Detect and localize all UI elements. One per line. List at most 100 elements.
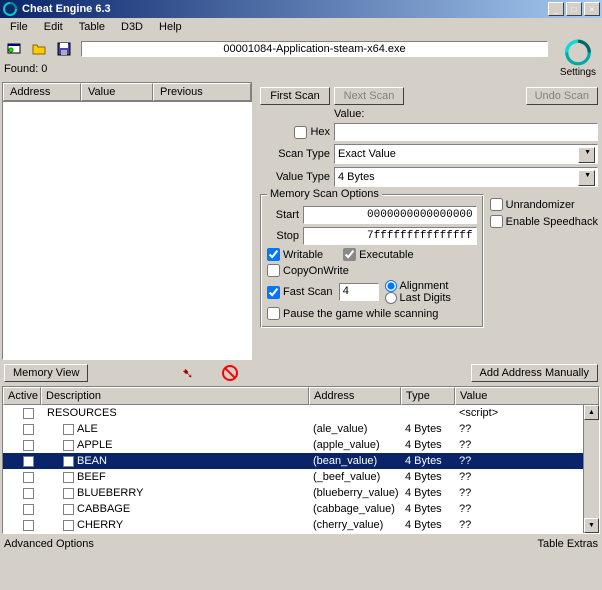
table-row[interactable]: BLUEBERRY(blueberry_value)4 Bytes??: [3, 485, 599, 501]
scan-type-label: Scan Type: [260, 148, 330, 160]
results-list[interactable]: [2, 102, 252, 360]
close-button[interactable]: ×: [584, 2, 600, 16]
settings-button[interactable]: Settings: [558, 38, 598, 78]
row-checkbox[interactable]: [63, 520, 74, 531]
menu-edit[interactable]: Edit: [36, 19, 71, 35]
row-description: RESOURCES: [47, 407, 117, 419]
table-row[interactable]: CABBAGE(cabbage_value)4 Bytes??: [3, 501, 599, 517]
add-address-button[interactable]: Add Address Manually: [471, 364, 598, 382]
menu-table[interactable]: Table: [71, 19, 113, 35]
row-checkbox[interactable]: [63, 488, 74, 499]
active-checkbox[interactable]: [23, 504, 34, 515]
advanced-options-button[interactable]: Advanced Options: [4, 538, 94, 550]
row-value: ??: [455, 439, 599, 451]
row-checkbox[interactable]: [63, 472, 74, 483]
table-row[interactable]: APPLE(apple_value)4 Bytes??: [3, 437, 599, 453]
col-previous[interactable]: Previous: [153, 83, 251, 101]
row-description: CABBAGE: [77, 503, 130, 515]
col-description[interactable]: Description: [41, 387, 309, 405]
row-value: ??: [455, 455, 599, 467]
fastscan-input[interactable]: [339, 283, 379, 301]
next-scan-button[interactable]: Next Scan: [334, 87, 404, 105]
table-row[interactable]: BEEF (_beef_value)4 Bytes??: [3, 469, 599, 485]
found-count: Found: 0: [0, 62, 554, 76]
active-checkbox[interactable]: [23, 440, 34, 451]
col-value[interactable]: Value: [81, 83, 153, 101]
address-table: Active Description Address Type Value RE…: [2, 386, 600, 534]
table-row[interactable]: RESOURCES<script>: [3, 405, 599, 421]
value-input[interactable]: [334, 123, 598, 141]
active-checkbox[interactable]: [23, 472, 34, 483]
row-address: (_beef_value): [309, 471, 401, 483]
add-arrow-icon[interactable]: ➷: [182, 365, 194, 382]
row-checkbox[interactable]: [63, 504, 74, 515]
stop-input[interactable]: [303, 227, 477, 245]
scan-type-select[interactable]: Exact Value: [334, 144, 598, 164]
clear-icon[interactable]: [222, 365, 238, 381]
lastdigits-radio[interactable]: [385, 292, 397, 304]
row-type: 4 Bytes: [401, 439, 455, 451]
row-checkbox[interactable]: [63, 440, 74, 451]
menu-help[interactable]: Help: [151, 19, 190, 35]
titlebar: Cheat Engine 6.3 _ □ ×: [0, 0, 602, 18]
row-value: ??: [455, 471, 599, 483]
speedhack-checkbox[interactable]: [490, 215, 503, 228]
open-button[interactable]: [27, 38, 50, 60]
process-select-button[interactable]: [2, 38, 25, 60]
row-type: 4 Bytes: [401, 503, 455, 515]
row-address: (ale_value): [309, 423, 401, 435]
active-checkbox[interactable]: [23, 424, 34, 435]
row-description: APPLE: [77, 439, 112, 451]
scroll-up-icon[interactable]: ▲: [584, 405, 599, 420]
alignment-radio[interactable]: [385, 280, 397, 292]
row-value: ??: [455, 423, 599, 435]
table-row[interactable]: CHERRY(cherry_value)4 Bytes??: [3, 517, 599, 533]
active-checkbox[interactable]: [23, 408, 34, 419]
table-extras-button[interactable]: Table Extras: [537, 538, 598, 550]
row-address: (bean_value): [309, 455, 401, 467]
row-description: BLUEBERRY: [77, 487, 143, 499]
active-checkbox[interactable]: [23, 488, 34, 499]
col-type[interactable]: Type: [401, 387, 455, 405]
col-active[interactable]: Active: [3, 387, 41, 405]
col-addr[interactable]: Address: [309, 387, 401, 405]
writable-checkbox[interactable]: [267, 248, 280, 261]
active-checkbox[interactable]: [23, 456, 34, 467]
row-value: ??: [455, 519, 599, 531]
hex-checkbox[interactable]: [294, 126, 307, 139]
row-type: 4 Bytes: [401, 519, 455, 531]
scroll-down-icon[interactable]: ▼: [584, 518, 599, 533]
row-description: ALE: [77, 423, 98, 435]
memory-view-button[interactable]: Memory View: [4, 364, 88, 382]
executable-checkbox[interactable]: [343, 248, 356, 261]
row-value: ??: [455, 487, 599, 499]
row-description: BEEF: [77, 471, 106, 483]
address-list[interactable]: RESOURCES<script>ALE(ale_value)4 Bytes??…: [3, 405, 599, 533]
menu-d3d[interactable]: D3D: [113, 19, 151, 35]
first-scan-button[interactable]: First Scan: [260, 87, 330, 105]
fastscan-checkbox[interactable]: [267, 286, 280, 299]
start-input[interactable]: [303, 206, 477, 224]
scrollbar[interactable]: ▲ ▼: [583, 405, 599, 533]
cow-checkbox[interactable]: [267, 264, 280, 277]
table-row[interactable]: ALE(ale_value)4 Bytes??: [3, 421, 599, 437]
row-checkbox[interactable]: [63, 456, 74, 467]
row-checkbox[interactable]: [63, 424, 74, 435]
pause-checkbox[interactable]: [267, 307, 280, 320]
row-description: BEAN: [77, 455, 107, 467]
mem-opts-label: Memory Scan Options: [267, 188, 382, 200]
save-button[interactable]: [52, 38, 75, 60]
undo-scan-button[interactable]: Undo Scan: [526, 87, 598, 105]
unrandomizer-checkbox[interactable]: [490, 198, 503, 211]
col-val[interactable]: Value: [455, 387, 599, 405]
minimize-button[interactable]: _: [548, 2, 564, 16]
process-display: 00001084-Application-steam-x64.exe: [81, 41, 548, 57]
maximize-button[interactable]: □: [566, 2, 582, 16]
menu-file[interactable]: File: [2, 19, 36, 35]
row-type: 4 Bytes: [401, 471, 455, 483]
settings-label: Settings: [560, 67, 596, 78]
value-type-select[interactable]: 4 Bytes: [334, 167, 598, 187]
active-checkbox[interactable]: [23, 520, 34, 531]
table-row[interactable]: BEAN(bean_value)4 Bytes??: [3, 453, 599, 469]
col-address[interactable]: Address: [3, 83, 81, 101]
